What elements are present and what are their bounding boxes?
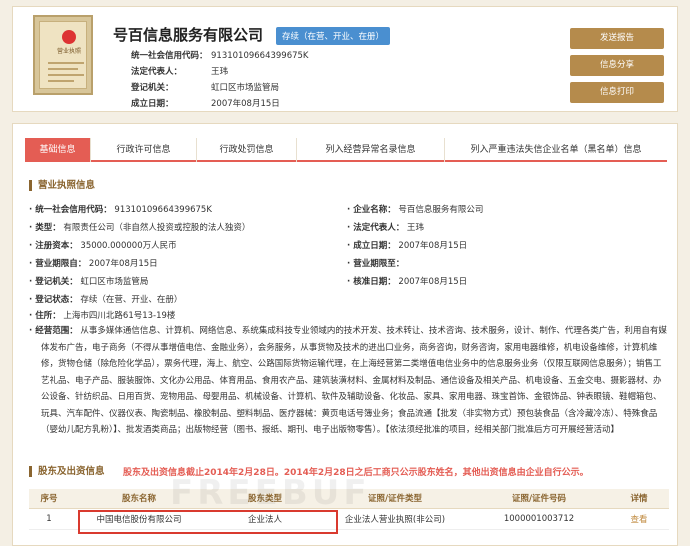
row-label: 登记机关： xyxy=(131,83,174,93)
row-label: 统一社会信用代码： xyxy=(131,51,208,61)
row-label: 法定代表人： xyxy=(131,67,183,77)
credit-code-row: 统一社会信用代码： 91310109664399675K xyxy=(131,49,309,61)
license-line xyxy=(48,80,74,82)
row-value: 2007年08月15日 xyxy=(211,99,280,109)
info-row: · 企业名称： 号百信息服务有限公司 xyxy=(347,203,483,215)
info-label: · 法定代表人： xyxy=(347,223,405,233)
info-value: 上海市四川北路61号13-19楼 xyxy=(63,311,176,321)
info-label: · 营业期限至： xyxy=(347,259,405,269)
tab-admin-penalty[interactable]: 行政处罚信息 xyxy=(197,138,297,162)
cert-number: 1000001003712 xyxy=(469,508,609,530)
info-value: 有限责任公司（非自然人投资或控股的法人独资） xyxy=(63,223,251,233)
row-label: 成立日期： xyxy=(131,99,174,109)
info-value: 35000.000000万人民币 xyxy=(80,241,177,251)
license-line xyxy=(48,74,84,76)
company-name: 号百信息服务有限公司 xyxy=(113,26,264,44)
shareholder-section-title: 股东及出资信息 xyxy=(29,466,105,477)
info-value: 91310109664399675K xyxy=(114,205,212,215)
info-row: · 统一社会信用代码： 91310109664399675K xyxy=(29,203,212,215)
info-label: · 住所： xyxy=(29,311,61,321)
info-row: · 营业期限至： xyxy=(347,257,404,269)
license-line xyxy=(48,68,78,70)
row-index: 1 xyxy=(29,508,69,530)
status-badge: 存续（在营、开业、在册） xyxy=(276,27,391,45)
info-value: 2007年08月15日 xyxy=(398,277,468,287)
tab-basic-info[interactable]: 基础信息 xyxy=(25,138,91,162)
info-row: · 登记机关： 虹口区市场监管局 xyxy=(29,275,148,287)
license-title: 营业执照 xyxy=(56,48,81,55)
column-header: 序号 xyxy=(29,489,69,509)
info-label: · 类型： xyxy=(29,223,61,233)
info-row: · 法定代表人： 王玮 xyxy=(347,221,424,233)
send-report-button[interactable]: 发送报告 xyxy=(570,28,664,49)
info-label: · 登记状态： xyxy=(29,295,78,305)
row-value: 虹口区市场监管局 xyxy=(211,83,280,93)
column-header: 证照/证件号码 xyxy=(469,489,609,509)
info-value: 2007年08月15日 xyxy=(398,241,468,251)
tab-admin-permit[interactable]: 行政许可信息 xyxy=(91,138,197,162)
info-row: · 营业期限自： 2007年08月15日 xyxy=(29,257,158,269)
info-label: · 注册资本： xyxy=(29,241,78,251)
license-line xyxy=(48,62,84,64)
info-label: · 核准日期： xyxy=(347,277,396,287)
highlight-box xyxy=(78,510,338,534)
info-row: · 核准日期： 2007年08月15日 xyxy=(347,275,467,287)
info-row: · 注册资本： 35000.000000万人民币 xyxy=(29,239,177,251)
info-label: · 统一社会信用代码： xyxy=(29,205,112,215)
national-emblem-icon xyxy=(62,30,76,44)
row-value: 王玮 xyxy=(211,67,229,77)
watermark: FREEBUF xyxy=(170,473,371,513)
info-row: · 类型： 有限责任公司（非自然人投资或控股的法人独资） xyxy=(29,221,250,233)
tab-blacklist[interactable]: 列入严重违法失信企业名单（黑名单）信息 xyxy=(445,138,667,162)
info-label: · 成立日期： xyxy=(347,241,396,251)
info-row: · 成立日期： 2007年08月15日 xyxy=(347,239,467,251)
business-scope: · 经营范围： 从事多媒体通信信息、计算机、网络信息、系统集成科技专业领域内的技… xyxy=(29,323,667,439)
business-license-thumbnail[interactable]: 营业执照 xyxy=(33,15,93,95)
license-section-title: 营业执照信息 xyxy=(29,180,95,191)
view-detail-link[interactable]: 查看 xyxy=(609,508,669,530)
info-value: 2007年08月15日 xyxy=(88,259,158,269)
share-info-button[interactable]: 信息分享 xyxy=(570,55,664,76)
info-value: 号百信息服务有限公司 xyxy=(398,205,484,215)
info-row: · 登记状态： 存续（在营、开业、在册） xyxy=(29,293,182,305)
tab-abnormal-list[interactable]: 列入经营异常名录信息 xyxy=(297,138,445,162)
info-label: · 登记机关： xyxy=(29,277,78,287)
legal-rep-row: 法定代表人： 王玮 xyxy=(131,65,228,77)
print-info-button[interactable]: 信息打印 xyxy=(570,82,664,103)
registration-authority-row: 登记机关： 虹口区市场监管局 xyxy=(131,81,279,93)
tab-bar: 基础信息 行政许可信息 行政处罚信息 列入经营异常名录信息 列入严重违法失信企业… xyxy=(25,138,667,162)
info-value: 虹口区市场监管局 xyxy=(80,277,149,287)
license-paper: 营业执照 xyxy=(39,21,87,89)
established-date-row: 成立日期： 2007年08月15日 xyxy=(131,97,280,109)
row-value: 91310109664399675K xyxy=(211,51,309,61)
info-label: · 营业期限自： xyxy=(29,259,87,269)
business-scope-label: · 经营范围： xyxy=(29,326,78,336)
info-row: · 住所： 上海市四川北路61号13-19楼 xyxy=(29,309,175,321)
info-value: 王玮 xyxy=(406,223,424,233)
business-scope-text: 从事多媒体通信信息、计算机、网络信息、系统集成科技专业领域内的技术开发、技术转让… xyxy=(41,326,667,435)
info-label: · 企业名称： xyxy=(347,205,396,215)
column-header: 详情 xyxy=(609,489,669,509)
info-value: 存续（在营、开业、在册） xyxy=(80,295,183,305)
